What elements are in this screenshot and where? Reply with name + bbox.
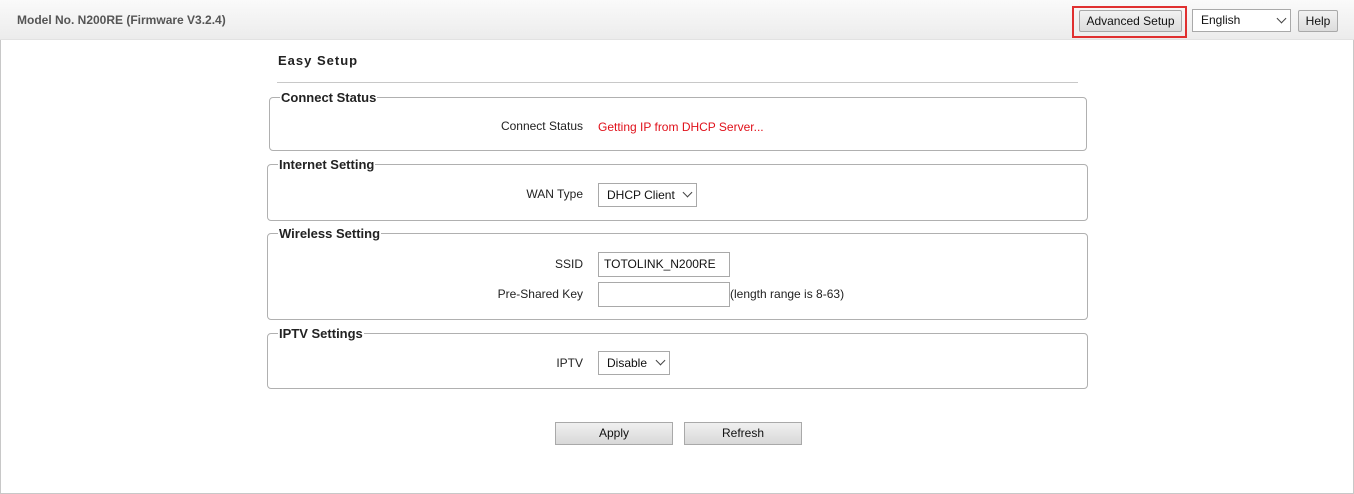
advanced-setup-button[interactable]: Advanced Setup (1079, 10, 1182, 32)
iptv-label: IPTV (556, 356, 583, 370)
pre-shared-key-input[interactable] (598, 282, 730, 307)
help-button[interactable]: Help (1298, 10, 1338, 32)
wireless-setting-legend: Wireless Setting (279, 226, 381, 241)
language-select[interactable]: English (1192, 9, 1291, 32)
wan-type-label: WAN Type (526, 187, 583, 201)
wan-type-value: DHCP Client (607, 188, 675, 202)
top-bar: Model No. N200RE (Firmware V3.2.4) Advan… (0, 0, 1354, 40)
refresh-button[interactable]: Refresh (684, 422, 802, 445)
internet-setting-legend: Internet Setting (279, 157, 375, 172)
apply-button[interactable]: Apply (555, 422, 673, 445)
chevron-down-icon (655, 355, 666, 366)
chevron-down-icon (682, 187, 693, 198)
iptv-value: Disable (607, 356, 648, 370)
model-info: Model No. N200RE (Firmware V3.2.4) (17, 13, 226, 27)
page-title: Easy Setup (278, 53, 359, 68)
connect-status-label: Connect Status (500, 119, 583, 133)
language-value: English (1201, 13, 1241, 27)
iptv-settings-legend: IPTV Settings (279, 326, 363, 341)
connect-status-legend: Connect Status (281, 90, 377, 105)
title-divider (277, 82, 1078, 83)
pre-shared-key-label: Pre-Shared Key (497, 287, 583, 301)
pre-shared-key-hint: (length range is 8-63) (730, 287, 845, 301)
iptv-select[interactable]: Disable (598, 351, 670, 375)
ssid-input[interactable]: TOTOLINK_N200RE (598, 252, 730, 277)
connect-status-value: Getting IP from DHCP Server... (598, 120, 764, 134)
ssid-label: SSID (554, 257, 583, 271)
wan-type-select[interactable]: DHCP Client (598, 183, 697, 207)
chevron-down-icon (1276, 13, 1287, 24)
